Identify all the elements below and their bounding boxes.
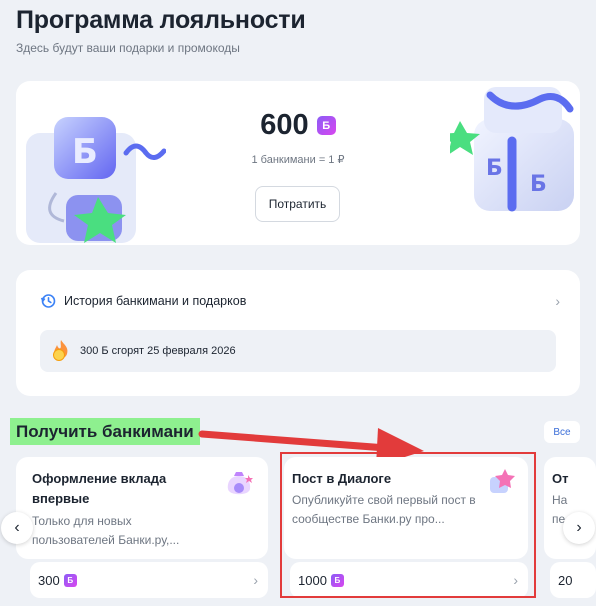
carousel-prev-button[interactable]: ‹ <box>1 512 33 544</box>
reward-amount: 20 <box>558 572 573 588</box>
history-card: История банкимани и подарков › 300 Б сго… <box>16 270 580 396</box>
history-clock-icon <box>40 294 56 308</box>
offer-description: Только для новых <box>32 514 132 528</box>
offer-card[interactable]: Пост в Диалоге Опубликуйте свой первый п… <box>284 457 528 559</box>
svg-text:Б: Б <box>486 156 503 181</box>
offer-title: впервые <box>32 491 90 506</box>
section-title: Получить банкимани <box>10 418 200 445</box>
chevron-right-icon: › <box>253 572 258 588</box>
star-icon <box>490 469 515 493</box>
fire-coin-icon <box>53 340 68 361</box>
offer-reward[interactable]: 20 <box>550 562 596 598</box>
arrow-right-icon: › <box>576 519 582 536</box>
carousel-next-button[interactable]: › <box>563 512 595 544</box>
offer-title: От <box>552 471 569 486</box>
history-link[interactable]: История банкимани и подарков › <box>40 290 560 312</box>
offer-reward[interactable]: 300 Б › <box>30 562 268 598</box>
offer-reward[interactable]: 1000 Б › <box>290 562 528 598</box>
offer-description: Опубликуйте свой первый пост в <box>292 493 476 507</box>
offer-title: Оформление вклада <box>32 471 167 486</box>
money-bag-icon <box>227 472 253 495</box>
coin-icon: Б <box>330 573 344 587</box>
svg-text:Б: Б <box>530 172 547 197</box>
offer-card[interactable]: Оформление вклада впервые Только для нов… <box>16 457 268 559</box>
expiry-notice: 300 Б сгорят 25 февраля 2026 <box>40 330 556 372</box>
coin-icon: Б <box>316 116 336 135</box>
reward-amount: 1000 <box>298 572 327 588</box>
offer-description: сообществе Банки.ру про... <box>292 512 445 526</box>
page-title: Программа лояльности <box>16 6 306 34</box>
offer-title: Пост в Диалоге <box>292 471 392 486</box>
chevron-right-icon: › <box>513 572 518 588</box>
all-offers-link[interactable]: Все <box>544 421 580 443</box>
balance-amount: 600 <box>260 109 309 141</box>
offer-description: На <box>552 493 568 507</box>
offer-card[interactable]: От На пе <box>544 457 596 559</box>
gift-box-illustration: Б Б <box>450 87 574 212</box>
offer-description: пользователей Банки.ру,... <box>32 533 180 547</box>
page-subtitle: Здесь будут ваши подарки и промокоды <box>16 41 240 55</box>
spend-button[interactable]: Потратить <box>255 186 340 222</box>
reward-amount: 300 <box>38 572 60 588</box>
balance-card: Б 600 Б 1 банкимани = 1 ₽ Потратить Б Б <box>16 81 580 245</box>
expiry-text: 300 Б сгорят 25 февраля 2026 <box>80 345 236 357</box>
history-label: История банкимани и подарков <box>64 294 247 308</box>
arrow-left-icon: ‹ <box>14 519 20 536</box>
coin-icon: Б <box>63 573 77 587</box>
chevron-right-icon: › <box>555 293 560 309</box>
